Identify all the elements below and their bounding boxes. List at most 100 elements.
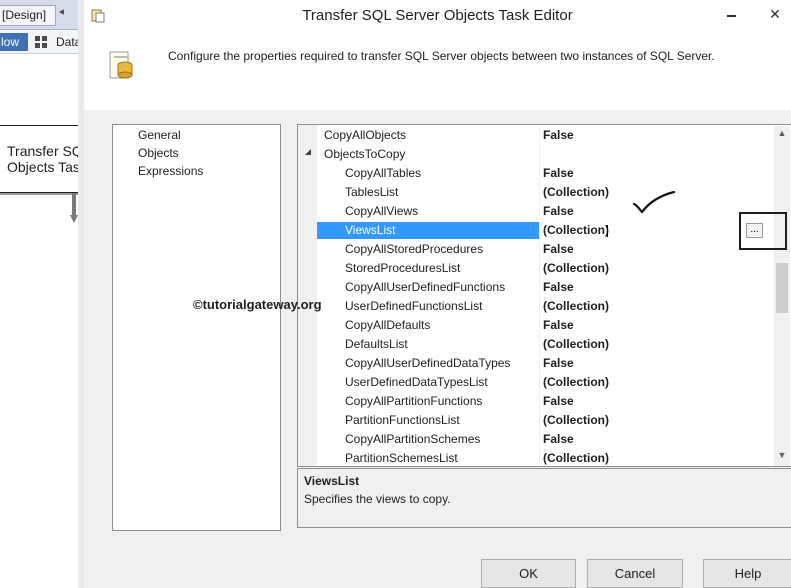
control-flow-tab[interactable]: low <box>0 33 28 51</box>
property-value[interactable]: False <box>543 354 574 373</box>
dialog-header: Configure the properties required to tra… <box>84 34 791 110</box>
property-value[interactable]: False <box>543 202 574 221</box>
property-value[interactable]: False <box>543 430 574 449</box>
ok-button[interactable]: OK <box>481 559 576 588</box>
property-name: ObjectsToCopy <box>324 147 406 161</box>
column-divider <box>539 411 540 430</box>
transfer-task-component[interactable]: Transfer SQL Objects Task <box>0 125 87 193</box>
column-divider <box>539 297 540 316</box>
column-divider <box>539 449 540 466</box>
property-row[interactable]: ObjectsToCopy <box>298 145 780 164</box>
document-tabstrip: [Design] ⯇ <box>0 0 82 30</box>
property-row[interactable]: PartitionSchemesList (Collection) <box>298 449 780 466</box>
property-value[interactable]: (Collection) <box>543 183 609 202</box>
property-value[interactable]: False <box>543 164 574 183</box>
property-name: CopyAllPartitionFunctions <box>345 394 483 408</box>
design-document-tab[interactable]: [Design] <box>0 5 56 26</box>
property-row[interactable]: CopyAllUserDefinedFunctions False <box>298 278 780 297</box>
property-value[interactable]: False <box>543 240 574 259</box>
property-name: PartitionFunctionsList <box>345 413 460 427</box>
property-row[interactable]: CopyAllObjects False <box>298 126 780 145</box>
property-row[interactable]: ViewsList (Collection)... <box>298 221 780 240</box>
column-divider <box>539 164 540 183</box>
property-name: CopyAllUserDefinedFunctions <box>345 280 506 294</box>
nav-item-objects[interactable]: Objects <box>138 145 179 162</box>
property-value[interactable]: (Collection) <box>543 259 609 278</box>
transfer-objects-icon <box>109 51 133 79</box>
property-name: ViewsList <box>345 223 396 237</box>
property-row[interactable]: PartitionFunctionsList (Collection) <box>298 411 780 430</box>
scroll-up-icon[interactable]: ▲ <box>774 128 790 142</box>
close-icon[interactable]: ✕ <box>760 3 790 25</box>
property-row[interactable]: CopyAllPartitionFunctions False <box>298 392 780 411</box>
property-name: DefaultsList <box>345 337 408 351</box>
designer-subtabs: low Data <box>0 30 82 54</box>
property-name: CopyAllStoredProcedures <box>345 242 484 256</box>
property-name: UserDefinedFunctionsList <box>345 299 483 313</box>
checkmark-annotation-icon <box>632 190 676 214</box>
column-divider <box>539 278 540 297</box>
property-name: CopyAllPartitionSchemes <box>345 432 481 446</box>
dialog-description: Configure the properties required to tra… <box>168 49 715 63</box>
collapse-triangle-icon[interactable] <box>304 148 312 156</box>
column-divider <box>539 259 540 278</box>
property-name: CopyAllObjects <box>324 128 407 142</box>
property-row[interactable]: DefaultsList (Collection) <box>298 335 780 354</box>
property-name: CopyAllViews <box>345 204 419 218</box>
property-row[interactable]: StoredProceduresList (Collection) <box>298 259 780 278</box>
property-name: CopyAllDefaults <box>345 318 431 332</box>
property-value-editor[interactable]: (Collection) <box>543 221 609 240</box>
property-name: StoredProceduresList <box>345 261 461 275</box>
column-divider <box>539 240 540 259</box>
highlight-annotation-box <box>739 212 787 250</box>
property-description-pane: ViewsList Specifies the views to copy. <box>297 468 791 528</box>
nav-item-expressions[interactable]: Expressions <box>138 163 203 180</box>
property-row[interactable]: CopyAllStoredProcedures False <box>298 240 780 259</box>
property-name: TablesList <box>345 185 399 199</box>
column-divider <box>539 373 540 392</box>
property-row[interactable]: UserDefinedDataTypesList (Collection) <box>298 373 780 392</box>
property-grid: CopyAllObjects False ObjectsToCopy CopyAllT… <box>297 124 791 467</box>
scroll-thumb[interactable] <box>776 263 788 313</box>
column-divider <box>539 335 540 354</box>
property-row[interactable]: CopyAllPartitionSchemes False <box>298 430 780 449</box>
property-value[interactable]: False <box>543 126 574 145</box>
description-title: ViewsList <box>304 474 360 488</box>
property-row[interactable]: UserDefinedFunctionsList (Collection) <box>298 297 780 316</box>
property-value[interactable]: False <box>543 278 574 297</box>
precedence-connector-icon <box>70 193 78 223</box>
description-text: Specifies the views to copy. <box>304 492 451 506</box>
property-row[interactable]: CopyAllUserDefinedDataTypes False <box>298 354 780 373</box>
property-name: CopyAllUserDefinedDataTypes <box>345 356 511 370</box>
property-value[interactable]: (Collection) <box>543 335 609 354</box>
property-value[interactable]: (Collection) <box>543 411 609 430</box>
property-value[interactable]: False <box>543 316 574 335</box>
task-label: Transfer SQL Objects Task <box>7 143 87 175</box>
property-row[interactable]: TablesList (Collection) <box>298 183 780 202</box>
help-button[interactable]: Help <box>703 559 791 588</box>
property-value[interactable]: (Collection) <box>543 449 609 466</box>
column-divider <box>539 183 540 202</box>
cancel-button[interactable]: Cancel <box>587 559 683 588</box>
dialog-title: Transfer SQL Server Objects Task Editor <box>302 7 573 24</box>
property-value[interactable]: (Collection) <box>543 297 609 316</box>
scroll-down-icon[interactable]: ▼ <box>774 450 790 464</box>
property-row[interactable]: CopyAllTables False <box>298 164 780 183</box>
property-row[interactable]: CopyAllDefaults False <box>298 316 780 335</box>
property-row[interactable]: CopyAllViews False <box>298 202 780 221</box>
column-divider <box>539 126 540 145</box>
property-name: PartitionSchemesList <box>345 451 458 465</box>
property-name: CopyAllTables <box>345 166 422 180</box>
property-value[interactable]: False <box>543 392 574 411</box>
column-divider <box>539 430 540 449</box>
property-grid-scrollbar[interactable]: ▲ ▼ <box>774 126 790 466</box>
title-bar: Transfer SQL Server Objects Task Editor … <box>84 0 791 34</box>
property-value[interactable]: (Collection) <box>543 373 609 392</box>
minimize-icon[interactable] <box>722 6 742 20</box>
column-divider <box>539 316 540 335</box>
column-divider <box>539 145 540 164</box>
pin-icon[interactable]: ⯇ <box>58 8 66 19</box>
column-divider <box>539 202 540 221</box>
nav-item-general[interactable]: General <box>138 127 181 144</box>
column-divider <box>539 392 540 411</box>
